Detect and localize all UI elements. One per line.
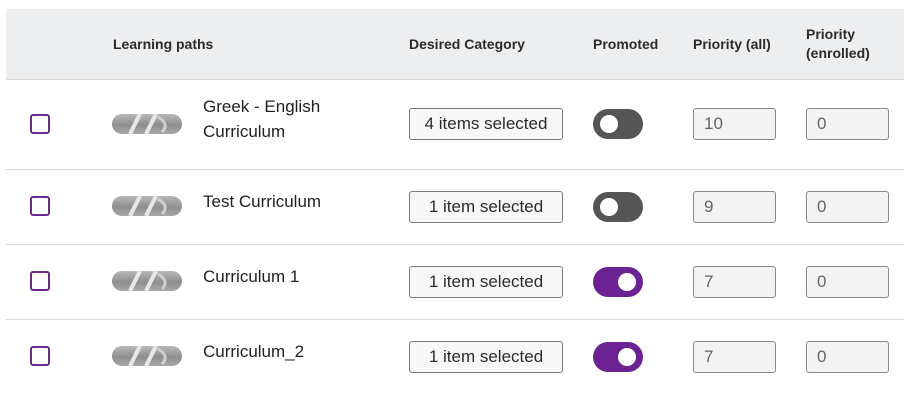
promoted-toggle[interactable] [593, 342, 643, 372]
priority-all-input[interactable] [693, 266, 776, 298]
promoted-toggle[interactable] [593, 192, 643, 222]
toggle-knob [600, 115, 618, 133]
learning-path-name[interactable]: Curriculum_2 [203, 339, 383, 364]
table-row: Curriculum_2 1 item selected [6, 320, 904, 392]
priority-enrolled-input[interactable] [806, 191, 889, 223]
column-header-priority-all[interactable]: Priority (all) [693, 35, 771, 54]
promoted-toggle[interactable] [593, 109, 643, 139]
learning-path-name-line2: Curriculum [203, 122, 286, 141]
column-header-promoted[interactable]: Promoted [593, 35, 658, 54]
learning-paths-table: Learning paths Desired Category Promoted… [0, 0, 921, 393]
priority-enrolled-input[interactable] [806, 108, 889, 140]
priority-enrolled-input[interactable] [806, 341, 889, 373]
toggle-knob [618, 348, 636, 366]
desired-category-select[interactable]: 1 item selected [409, 341, 563, 373]
row-select-checkbox[interactable] [30, 271, 50, 291]
table-row: Test Curriculum 1 item selected [6, 170, 904, 245]
curriculum-thumbnail-icon [112, 196, 182, 216]
toggle-knob [618, 273, 636, 291]
desired-category-select[interactable]: 4 items selected [409, 108, 563, 140]
curriculum-thumbnail-icon [112, 114, 182, 134]
row-select-checkbox[interactable] [30, 346, 50, 366]
row-select-checkbox[interactable] [30, 114, 50, 134]
promoted-toggle[interactable] [593, 267, 643, 297]
priority-enrolled-input[interactable] [806, 266, 889, 298]
learning-path-name[interactable]: Greek - English Curriculum [203, 94, 383, 144]
learning-path-name[interactable]: Curriculum 1 [203, 264, 383, 289]
curriculum-thumbnail-icon [112, 271, 182, 291]
curriculum-thumbnail-icon [112, 346, 182, 366]
priority-all-input[interactable] [693, 341, 776, 373]
desired-category-select[interactable]: 1 item selected [409, 266, 563, 298]
table-row: Greek - English Curriculum 4 items selec… [6, 80, 904, 170]
column-header-desired-category[interactable]: Desired Category [409, 35, 525, 54]
desired-category-select[interactable]: 1 item selected [409, 191, 563, 223]
column-header-priority-enrolled-line2: (enrolled) [806, 45, 870, 61]
toggle-knob [600, 198, 618, 216]
learning-path-name[interactable]: Test Curriculum [203, 189, 383, 214]
table-row: Curriculum 1 1 item selected [6, 245, 904, 320]
column-header-priority-enrolled-line1: Priority [806, 26, 856, 42]
priority-all-input[interactable] [693, 191, 776, 223]
table-header: Learning paths Desired Category Promoted… [6, 9, 904, 80]
priority-all-input[interactable] [693, 108, 776, 140]
column-header-learning-paths[interactable]: Learning paths [113, 35, 213, 54]
learning-path-name-line1: Greek - English [203, 97, 321, 116]
row-select-checkbox[interactable] [30, 196, 50, 216]
column-header-priority-enrolled[interactable]: Priority (enrolled) [806, 25, 870, 63]
